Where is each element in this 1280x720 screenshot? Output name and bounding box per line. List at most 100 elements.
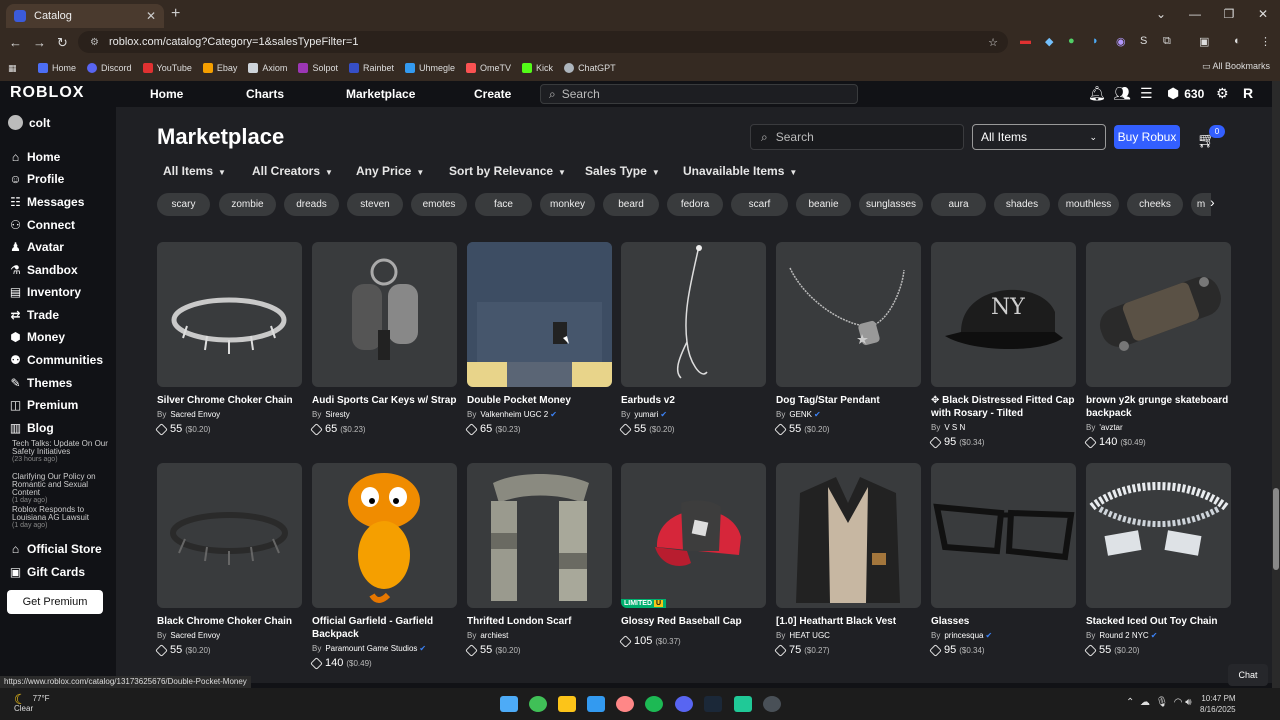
item-creator[interactable]: By Sacred Envoy <box>157 410 302 419</box>
item-thumbnail[interactable] <box>157 463 302 608</box>
friends-icon[interactable]: 👥︎ <box>1113 85 1131 102</box>
minimize-icon[interactable]: — <box>1178 0 1212 28</box>
item-thumbnail[interactable] <box>621 242 766 387</box>
item-name[interactable]: Official Garfield - Garfield Backpack <box>312 615 457 641</box>
get-premium-button[interactable]: Get Premium <box>7 590 103 614</box>
blog-post[interactable]: Clarifying Our Policy on Romantic and Se… <box>12 473 108 505</box>
catalog-item[interactable]: Official Garfield - Garfield Backpack By… <box>310 463 457 670</box>
catalog-item[interactable]: Stacked Iced Out Toy Chain By Round 2 NYC… <box>1084 463 1231 657</box>
search-chip[interactable]: mouthless <box>1058 193 1119 216</box>
bookmark-uhmegle[interactable]: Uhmegle <box>405 63 455 73</box>
sidebar-item-official-store[interactable]: ⌂ Official Store <box>8 541 102 556</box>
bookmark-kick[interactable]: Kick <box>522 63 553 73</box>
bookmark-rainbet[interactable]: Rainbet <box>348 63 394 73</box>
sidebar-item-premium[interactable]: ◫ Premium <box>8 397 79 412</box>
filter-any-price[interactable]: Any Price ▼ <box>356 164 424 178</box>
sidebar-item-sandbox[interactable]: ⚗ Sandbox <box>8 262 78 277</box>
category-dropdown[interactable]: All Items ⌄ <box>972 124 1106 150</box>
top-search-input[interactable]: ⌕ Search <box>540 84 858 104</box>
item-creator[interactable]: By Round 2 NYC ✔ <box>1086 631 1231 640</box>
item-thumbnail[interactable] <box>312 463 457 608</box>
search-chip[interactable]: monkey <box>540 193 595 216</box>
catalog-item[interactable]: Thrifted London Scarf By archiest 55 ($0.2… <box>465 463 612 657</box>
chrome-icon[interactable] <box>529 696 547 712</box>
search-chip[interactable]: aura <box>931 193 986 216</box>
item-name[interactable]: Silver Chrome Choker Chain <box>157 394 302 407</box>
chevron-right-icon[interactable]: › <box>1210 194 1215 210</box>
search-chip[interactable]: sunglasses <box>859 193 923 216</box>
bookmark-home[interactable]: Home <box>38 63 76 73</box>
item-thumbnail[interactable] <box>157 242 302 387</box>
weather-widget[interactable]: ☾ 77°F Clear <box>14 692 50 714</box>
nav-charts[interactable]: Charts <box>246 87 284 101</box>
volume-icon[interactable]: 🔊︎ <box>1185 697 1191 708</box>
reload-icon[interactable]: ↻ <box>57 35 68 51</box>
chat-button[interactable]: Chat <box>1228 664 1268 686</box>
item-thumbnail[interactable] <box>312 242 457 387</box>
app-icon[interactable] <box>616 696 634 712</box>
sidebar-item-home[interactable]: ⌂ Home <box>8 149 60 164</box>
item-thumbnail[interactable] <box>931 463 1076 608</box>
item-creator[interactable]: By princesqua ✔ <box>931 631 1076 640</box>
item-name[interactable]: Dog Tag/Star Pendant <box>776 394 921 407</box>
sidebar-item-trade[interactable]: ⇄ Trade <box>8 307 59 322</box>
extension-icon[interactable]: ● <box>1068 35 1075 47</box>
search-chip[interactable]: shades <box>994 193 1050 216</box>
photos-icon[interactable] <box>587 696 605 712</box>
bookmark-youtube[interactable]: YouTube <box>142 63 192 73</box>
wifi-icon[interactable]: ◠ <box>1174 697 1183 708</box>
item-creator[interactable]: By Sacred Envoy <box>157 631 302 640</box>
all-bookmarks[interactable]: ▭ All Bookmarks <box>1202 61 1270 72</box>
item-creator[interactable]: By yumari ✔ <box>621 410 766 419</box>
item-name[interactable]: Glossy Red Baseball Cap <box>621 615 766 628</box>
bookmark-chatgpt[interactable]: ChatGPT <box>564 63 616 73</box>
item-name[interactable]: Glasses <box>931 615 1076 628</box>
system-tray[interactable]: ⌃ ☁ 🎙︎ ◠ 🔊︎ <box>1126 697 1192 708</box>
sidebar-item-gift-cards[interactable]: ▣ Gift Cards <box>8 564 85 579</box>
filter-all-creators[interactable]: All Creators ▼ <box>252 164 333 178</box>
maximize-icon[interactable]: ❐ <box>1212 0 1246 28</box>
extension-icon[interactable]: S <box>1140 35 1147 47</box>
cloud-icon[interactable]: ☁ <box>1140 697 1150 708</box>
sidebar-item-messages[interactable]: ☷ Messages <box>8 194 84 209</box>
buy-robux-button[interactable]: Buy Robux <box>1114 125 1180 149</box>
item-creator[interactable]: By V S N <box>931 423 1076 432</box>
bookmark-discord[interactable]: Discord <box>87 63 132 73</box>
search-chip[interactable]: face <box>475 193 532 216</box>
nav-home[interactable]: Home <box>150 87 183 101</box>
search-chip[interactable]: fedora <box>667 193 723 216</box>
item-creator[interactable]: By HEAT UGC <box>776 631 921 640</box>
bookmark-ebay[interactable]: Ebay <box>202 63 237 73</box>
chat-icon[interactable]: ☰ <box>1140 85 1153 102</box>
item-thumbnail[interactable]: LIMITED U <box>621 463 766 608</box>
extension-icon[interactable]: ▬ <box>1020 35 1031 47</box>
catalog-item[interactable]: LIMITED U Glossy Red Baseball Cap 105 ($0.… <box>619 463 766 648</box>
item-name[interactable]: Audi Sports Car Keys w/ Strap <box>312 394 457 407</box>
item-name[interactable]: Thrifted London Scarf <box>467 615 612 628</box>
sidebar-user[interactable]: colt <box>8 115 50 130</box>
search-chip[interactable]: cheeks <box>1127 193 1183 216</box>
apps-grid-icon[interactable]: ▦ <box>8 63 22 74</box>
catalog-item[interactable]: Black Chrome Choker Chain By Sacred Envoy… <box>155 463 302 657</box>
item-name[interactable]: Double Pocket Money <box>467 394 612 407</box>
search-chip[interactable]: emotes <box>411 193 467 216</box>
side-panel-icon[interactable]: ▣ <box>1199 35 1209 48</box>
app-icon[interactable] <box>763 696 781 712</box>
discord-icon[interactable] <box>675 696 693 712</box>
chevron-up-icon[interactable]: ⌃ <box>1126 697 1134 708</box>
close-window-icon[interactable]: ✕ <box>1246 0 1280 28</box>
spotify-icon[interactable] <box>645 696 663 712</box>
file-explorer-icon[interactable] <box>558 696 576 712</box>
item-thumbnail[interactable] <box>467 242 612 387</box>
sidebar-item-avatar[interactable]: ♟ Avatar <box>8 239 64 254</box>
search-chip[interactable]: beard <box>603 193 659 216</box>
catalog-item[interactable]: Dog Tag/Star Pendant By GENK ✔ 55 ($0.20) <box>774 242 921 436</box>
sidebar-item-themes[interactable]: ✎ Themes <box>8 375 72 390</box>
catalog-item[interactable]: [1.0] Heathartt Black Vest By HEAT UGC 75… <box>774 463 921 657</box>
bookmark-solpot[interactable]: Solpot <box>298 63 338 73</box>
extensions-puzzle-icon[interactable]: ⧉ <box>1163 35 1171 48</box>
catalog-item[interactable]: Silver Chrome Choker Chain By Sacred Envo… <box>155 242 302 436</box>
item-creator[interactable]: By Valkenheim UGC 2 ✔ <box>467 410 612 419</box>
filter-sort[interactable]: Sort by Relevance ▼ <box>449 164 566 178</box>
app-icon[interactable] <box>734 696 752 712</box>
